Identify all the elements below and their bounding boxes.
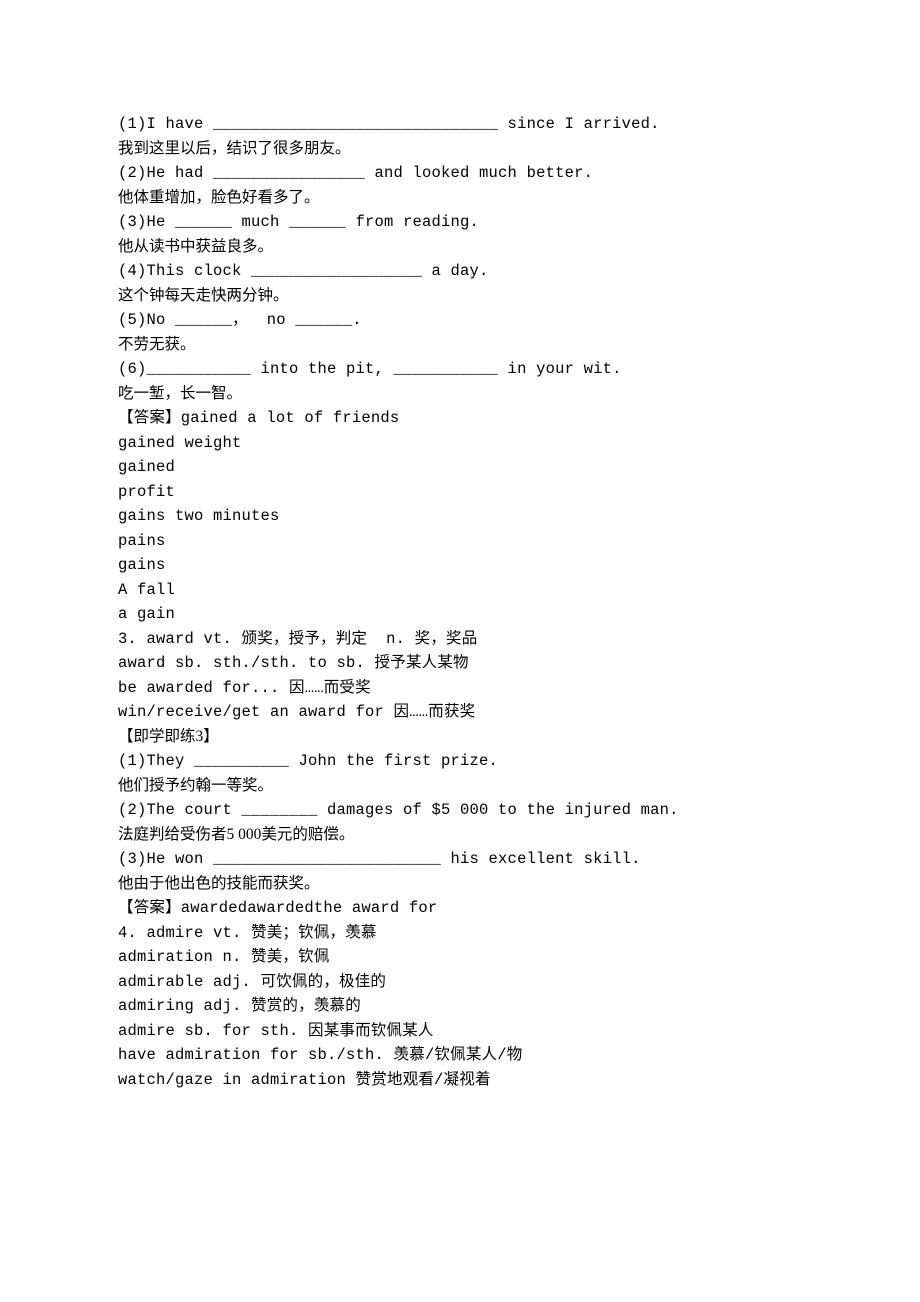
text-line: 我到这里以后，结识了很多朋友。: [118, 137, 802, 162]
text-line: (1)I have ______________________________…: [118, 112, 802, 137]
text-line: win/receive/get an award for 因……而获奖: [118, 700, 802, 725]
text-line: be awarded for... 因……而受奖: [118, 676, 802, 701]
text-line: (5)No ______， no ______.: [118, 308, 802, 333]
text-line: (1)They __________ John the first prize.: [118, 749, 802, 774]
text-line: 这个钟每天走快两分钟。: [118, 284, 802, 309]
document-body: (1)I have ______________________________…: [118, 112, 802, 1092]
text-line: 【即学即练3】: [118, 725, 802, 750]
text-line: (3)He won ________________________ his e…: [118, 847, 802, 872]
text-line: (2)The court ________ damages of $5 000 …: [118, 798, 802, 823]
text-line: award sb. sth./sth. to sb. 授予某人某物: [118, 651, 802, 676]
text-line: (4)This clock __________________ a day.: [118, 259, 802, 284]
text-line: 4. admire vt. 赞美；钦佩，羡慕: [118, 921, 802, 946]
text-line: gains two minutes: [118, 504, 802, 529]
text-line: gained: [118, 455, 802, 480]
text-line: gains: [118, 553, 802, 578]
text-line: 他从读书中获益良多。: [118, 235, 802, 260]
text-line: admiring adj. 赞赏的，羡慕的: [118, 994, 802, 1019]
text-line: 他由于他出色的技能而获奖。: [118, 872, 802, 897]
text-line: a gain: [118, 602, 802, 627]
text-line: 3. award vt. 颁奖，授予，判定 n. 奖，奖品: [118, 627, 802, 652]
text-line: watch/gaze in admiration 赞赏地观看/凝视着: [118, 1068, 802, 1093]
text-line: have admiration for sb./sth. 羡慕/钦佩某人/物: [118, 1043, 802, 1068]
text-line: 吃一堑，长一智。: [118, 382, 802, 407]
text-line: (2)He had ________________ and looked mu…: [118, 161, 802, 186]
text-line: (6)___________ into the pit, ___________…: [118, 357, 802, 382]
text-line: admirable adj. 可饮佩的，极佳的: [118, 970, 802, 995]
text-line: 法庭判给受伤者5 000美元的赔偿。: [118, 823, 802, 848]
text-line: admiration n. 赞美，钦佩: [118, 945, 802, 970]
text-line: 他体重增加，脸色好看多了。: [118, 186, 802, 211]
text-line: 【答案】awardedawardedthe award for: [118, 896, 802, 921]
text-line: 【答案】gained a lot of friends: [118, 406, 802, 431]
text-line: gained weight: [118, 431, 802, 456]
text-line: admire sb. for sth. 因某事而钦佩某人: [118, 1019, 802, 1044]
text-line: pains: [118, 529, 802, 554]
document-page: (1)I have ______________________________…: [0, 0, 920, 1302]
text-line: (3)He ______ much ______ from reading.: [118, 210, 802, 235]
text-line: A fall: [118, 578, 802, 603]
text-line: 他们授予约翰一等奖。: [118, 774, 802, 799]
text-line: 不劳无获。: [118, 333, 802, 358]
text-line: profit: [118, 480, 802, 505]
